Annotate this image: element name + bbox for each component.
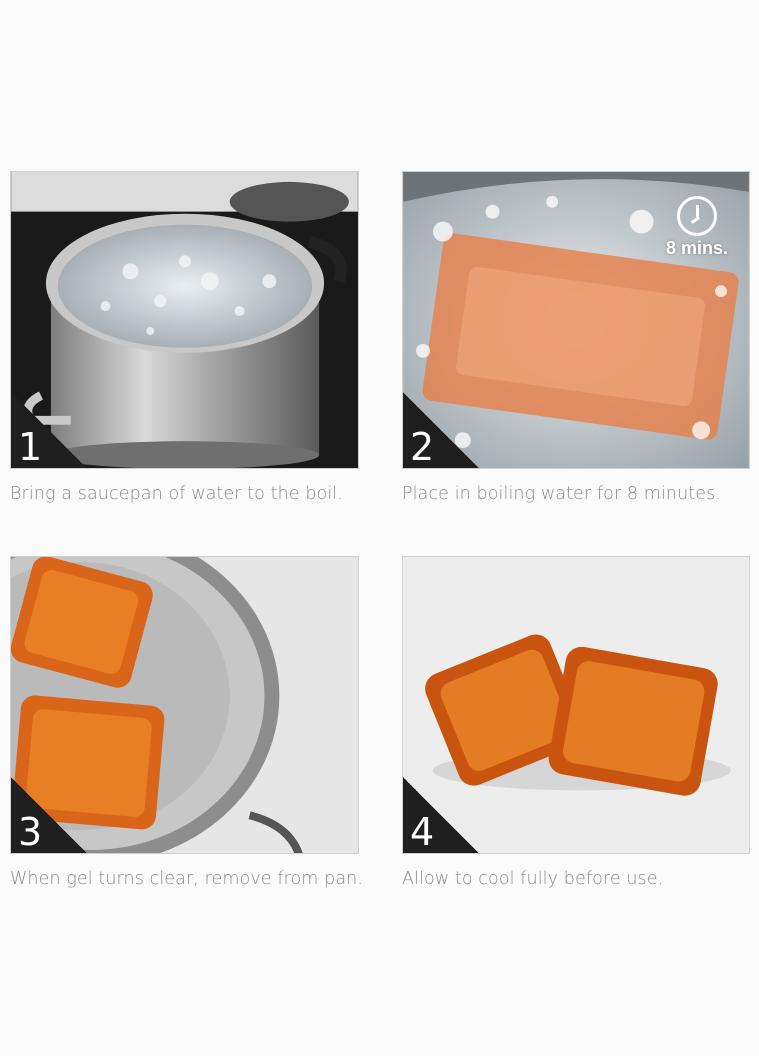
step-caption: When gel turns clear, remove from pan. — [10, 869, 364, 889]
step-number-badge: 3 — [11, 777, 87, 853]
step-2-photo: 8 mins. 2 — [402, 171, 750, 469]
step-number-badge: 4 — [403, 777, 479, 853]
timer-label: 8 mins. — [665, 238, 729, 258]
step-3-photo: 3 — [10, 556, 359, 854]
step-caption: Allow to cool fully before use. — [402, 869, 664, 889]
step-number: 4 — [410, 810, 435, 854]
clock-icon — [677, 196, 717, 236]
step-1-photo: 1 — [10, 171, 359, 469]
step-number: 3 — [18, 810, 43, 854]
step-caption: Place in boiling water for 8 minutes. — [402, 484, 722, 504]
step-number-badge: 2 — [403, 392, 479, 468]
step-number: 1 — [18, 425, 43, 469]
step-caption: Bring a saucepan of water to the boil. — [10, 484, 343, 504]
step-number-badge: 1 — [11, 392, 87, 468]
step-number: 2 — [410, 425, 435, 469]
timer-overlay: 8 mins. — [657, 196, 737, 259]
step-4-photo: 4 — [402, 556, 750, 854]
